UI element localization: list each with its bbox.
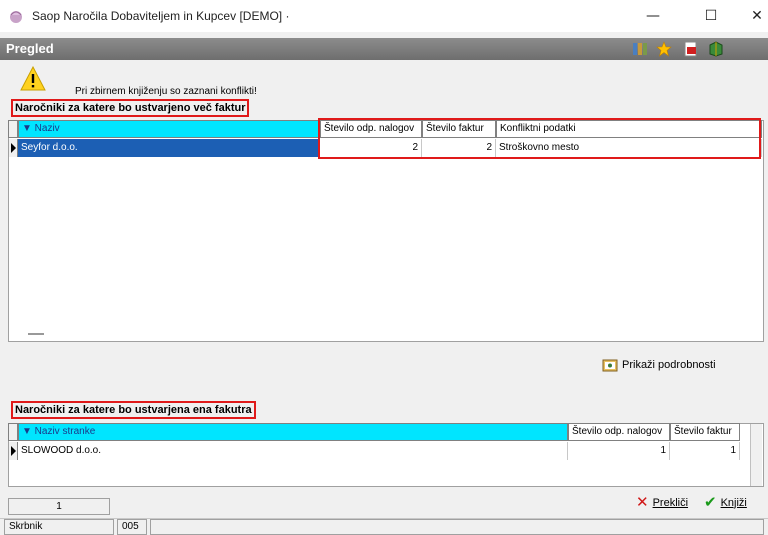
maximize-button[interactable]: ☐ [688, 0, 734, 32]
highlight-box-conflict [318, 118, 761, 159]
app-logo-icon [10, 11, 22, 23]
pdf-icon[interactable] [683, 41, 699, 57]
col-naziv-stranke[interactable]: ▼ Naziv stranke [18, 423, 568, 441]
show-details-label: Prikaži podrobnosti [622, 359, 716, 371]
book-icon[interactable] [708, 41, 724, 57]
status-message [150, 519, 764, 535]
table-row-naziv-stranke[interactable]: SLOWOOD d.o.o. [18, 442, 568, 460]
view-title: Pregled [6, 41, 54, 56]
check-icon: ✔ [704, 493, 717, 511]
warning-message: Pri zbirnem knjiženju so zaznani konflik… [75, 86, 257, 97]
cancel-button[interactable]: ✕ Prekliči [636, 495, 688, 510]
section-single-title: Naročniki za katere bo ustvarjena ena fa… [11, 401, 256, 419]
warning-icon [20, 66, 46, 91]
status-code: 005 [117, 519, 147, 535]
row-indicator [9, 442, 18, 460]
show-details-button[interactable]: Prikaži podrobnosti [602, 357, 716, 373]
table-row-nalogi-2[interactable]: 1 [568, 442, 670, 460]
vertical-scrollbar[interactable] [750, 424, 762, 486]
status-user: Skrbnik [4, 519, 114, 535]
col-nalogi-2[interactable]: Število odp. nalogov [568, 423, 670, 441]
section-multi-title: Naročniki za katere bo ustvarjeno več fa… [11, 99, 250, 117]
minimize-button[interactable]: — [630, 0, 676, 32]
cancel-label: Prekliči [652, 496, 689, 509]
grid-splitter[interactable] [28, 333, 44, 335]
view-header: Pregled [0, 38, 768, 60]
table-row-naziv[interactable]: Seyfor d.o.o. [18, 139, 320, 157]
grid1-corner [8, 120, 18, 138]
title-bar: Saop Naročila Dobaviteljem in Kupcev [DE… [0, 0, 768, 32]
columns-icon[interactable] [632, 41, 648, 57]
close-button[interactable]: ✕ [734, 0, 768, 32]
book-label: Knjiži [720, 496, 747, 509]
table-row-fakture-2[interactable]: 1 [670, 442, 740, 460]
page-counter: 1 [8, 498, 110, 515]
col-fakture-2[interactable]: Število faktur [670, 423, 740, 441]
book-button[interactable]: ✔ Knjiži [704, 495, 747, 510]
window-title: Saop Naročila Dobaviteljem in Kupcev [DE… [32, 9, 290, 23]
row-indicator [9, 139, 18, 157]
details-icon [602, 359, 618, 372]
col-naziv[interactable]: ▼ Naziv [18, 120, 320, 138]
grid2-corner [8, 423, 18, 441]
star-icon[interactable] [656, 41, 672, 57]
cancel-icon: ✕ [636, 493, 649, 511]
